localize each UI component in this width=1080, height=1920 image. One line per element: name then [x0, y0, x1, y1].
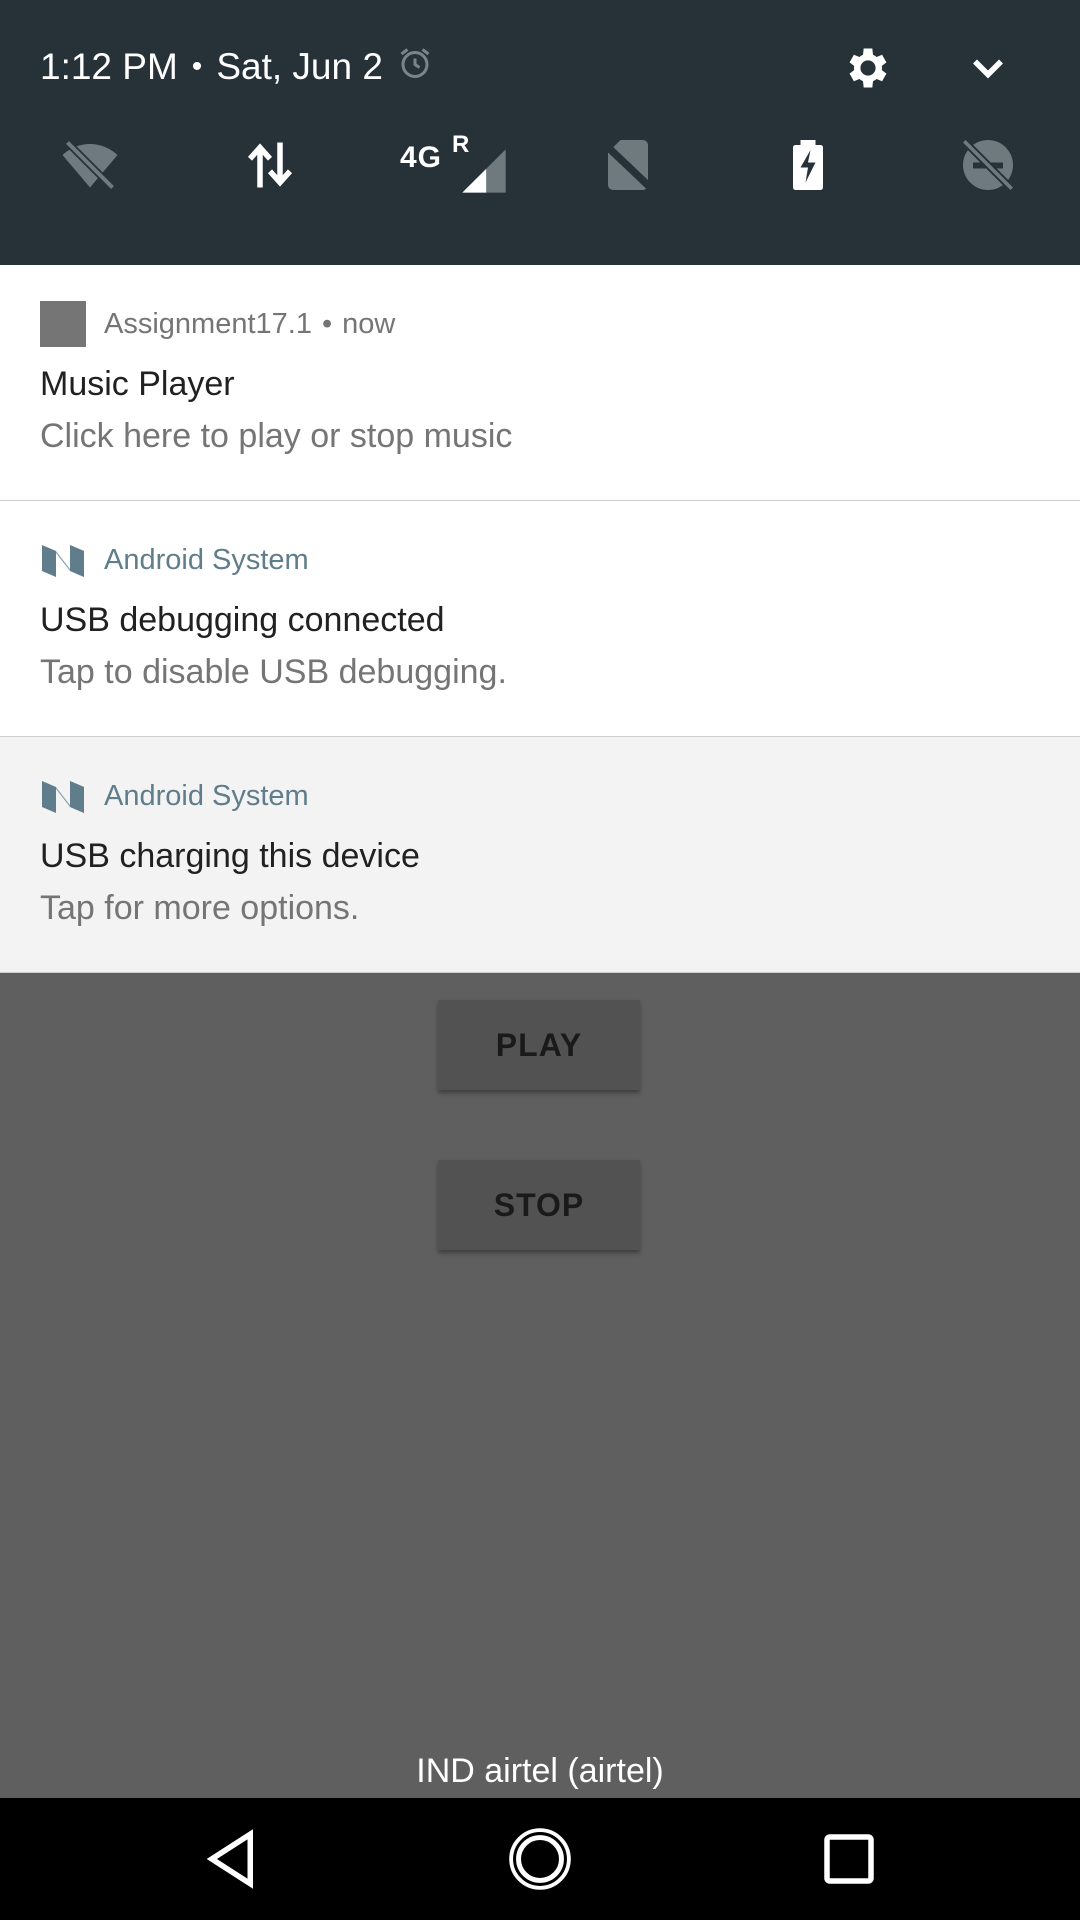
- clock-time: 1:12 PM: [40, 46, 178, 87]
- notification-app-name: Assignment17.1: [104, 307, 312, 340]
- app-placeholder-icon: [40, 301, 86, 347]
- cell-signal-icon: [462, 149, 506, 193]
- android-n-logo-icon: [42, 781, 84, 813]
- cell-signal-tile[interactable]: 4G R: [400, 131, 510, 197]
- notification-title: USB debugging connected: [40, 601, 445, 639]
- navigation-bar: [0, 1798, 1080, 1920]
- notification-header: Android System: [40, 537, 309, 583]
- recents-square-icon[interactable]: [816, 1826, 882, 1892]
- notification-header: Assignment17.1 • now: [40, 301, 395, 347]
- play-button[interactable]: PLAY: [438, 1000, 640, 1090]
- notification-usb-charging[interactable]: Android System USB charging this device …: [0, 737, 1080, 973]
- quick-settings-panel: 1:12 PM • Sat, Jun 2 4G R: [0, 0, 1080, 265]
- alarm-clock-icon: [397, 45, 433, 90]
- date-time-row[interactable]: 1:12 PM • Sat, Jun 2: [40, 42, 433, 92]
- notification-text: Tap to disable USB debugging.: [40, 653, 507, 691]
- notification-text: Click here to play or stop music: [40, 417, 513, 455]
- notification-title: Music Player: [40, 365, 235, 403]
- notification-app-name: Android System: [104, 779, 309, 812]
- notification-app-name: Android System: [104, 543, 309, 576]
- date-text: Sat, Jun 2: [216, 46, 383, 87]
- do-not-disturb-off-icon[interactable]: [958, 135, 1018, 195]
- wifi-off-icon[interactable]: [60, 135, 120, 195]
- notification-music-player[interactable]: Assignment17.1 • now Music Player Click …: [0, 265, 1080, 501]
- separator-dot: •: [191, 50, 203, 83]
- data-arrows-icon[interactable]: [240, 135, 300, 195]
- stop-button[interactable]: STOP: [438, 1160, 640, 1250]
- no-sim-icon[interactable]: [598, 135, 658, 195]
- android-n-logo-icon: [42, 545, 84, 577]
- battery-charging-icon[interactable]: [778, 135, 838, 195]
- gear-icon[interactable]: [842, 42, 894, 94]
- home-circle-icon[interactable]: [507, 1826, 573, 1892]
- separator-dot: •: [321, 307, 333, 340]
- notification-usb-debugging[interactable]: Android System USB debugging connected T…: [0, 501, 1080, 737]
- notification-text: Tap for more options.: [40, 889, 360, 927]
- back-triangle-icon[interactable]: [198, 1826, 264, 1892]
- notification-header: Android System: [40, 773, 309, 819]
- notification-time: now: [342, 307, 396, 340]
- network-type-label: 4G: [400, 141, 443, 174]
- notification-title: USB charging this device: [40, 837, 420, 875]
- carrier-label: IND airtel (airtel): [416, 1752, 664, 1790]
- chevron-down-icon[interactable]: [962, 42, 1014, 94]
